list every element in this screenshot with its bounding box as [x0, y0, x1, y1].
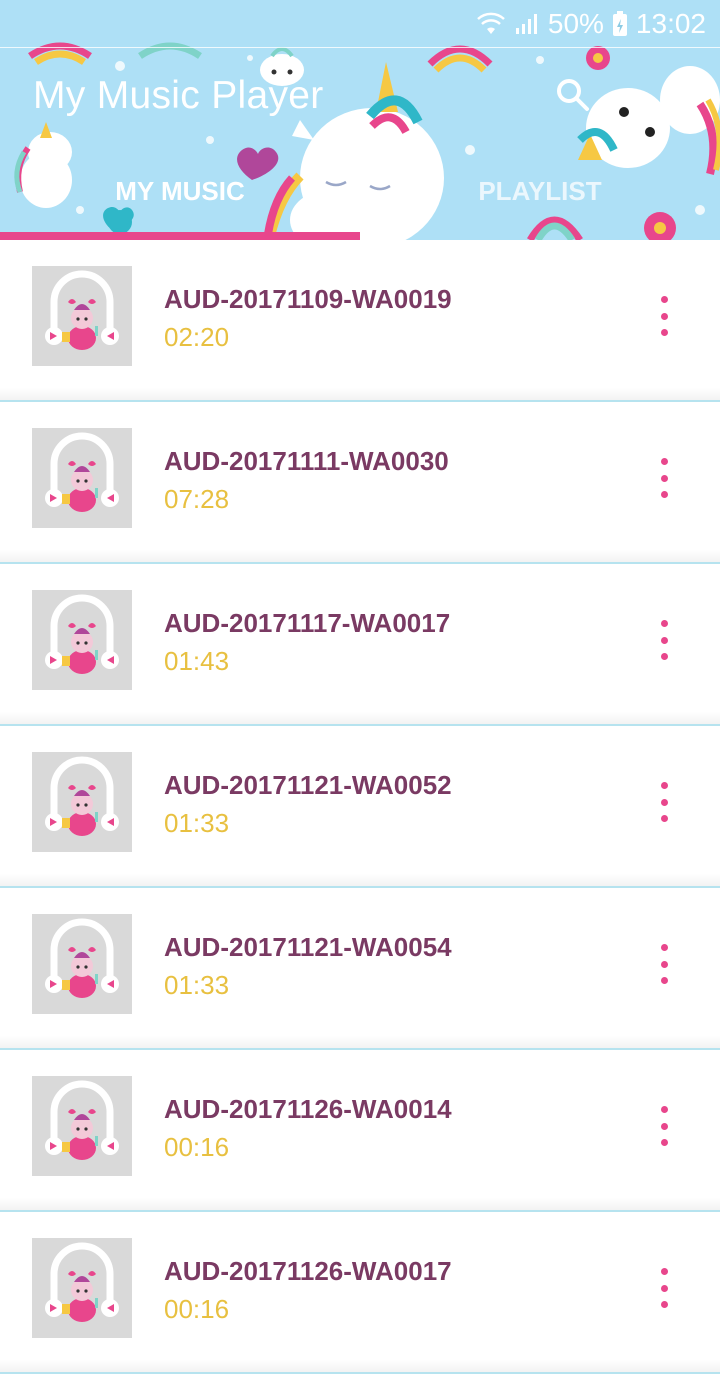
- battery-percent: 50%: [547, 8, 604, 39]
- clock: 13:02: [635, 8, 706, 39]
- song-title: AUD-20171117-WA0017: [164, 608, 451, 638]
- tab-my-music[interactable]: MY MUSIC: [0, 176, 360, 207]
- song-title: AUD-20171111-WA0030: [164, 446, 449, 476]
- album-art-thumbnail: [32, 914, 132, 1014]
- song-duration: 00:16: [164, 1132, 230, 1162]
- tab-playlist[interactable]: PLAYLIST: [360, 176, 720, 207]
- signal-icon: [515, 14, 537, 34]
- song-row[interactable]: AUD-20171111-WA0030 07:28: [0, 402, 720, 564]
- song-list: AUD-20171109-WA0019 02:20 AUD-20171111-W…: [0, 240, 720, 1374]
- album-art-thumbnail: [32, 1076, 132, 1176]
- song-row[interactable]: AUD-20171117-WA0017 01:43: [0, 564, 720, 726]
- album-art-thumbnail: [32, 266, 132, 366]
- song-title: AUD-20171109-WA0019: [164, 284, 452, 314]
- song-row[interactable]: AUD-20171126-WA0017 00:16: [0, 1212, 720, 1374]
- song-duration: 02:20: [164, 322, 230, 352]
- song-title: AUD-20171126-WA0017: [164, 1256, 452, 1286]
- song-row[interactable]: AUD-20171126-WA0014 00:16: [0, 1050, 720, 1212]
- more-options-icon[interactable]: [648, 782, 680, 822]
- wifi-icon: [477, 12, 505, 34]
- song-duration: 01:43: [164, 646, 230, 676]
- unicorn-headphones-icon: [45, 270, 119, 350]
- song-row[interactable]: AUD-20171121-WA0054 01:33: [0, 888, 720, 1050]
- album-art-thumbnail: [32, 428, 132, 528]
- more-options-icon[interactable]: [648, 1106, 680, 1146]
- selected-tab-indicator: [0, 232, 360, 240]
- album-art-thumbnail: [32, 590, 132, 690]
- unicorn-headphones-icon: [45, 594, 119, 674]
- unicorn-headphones-icon: [45, 756, 119, 836]
- unicorn-headphones-icon: [45, 918, 119, 998]
- album-art-thumbnail: [32, 752, 132, 852]
- search-icon[interactable]: [556, 78, 590, 112]
- song-row[interactable]: AUD-20171121-WA0052 01:33: [0, 726, 720, 888]
- album-art-thumbnail: [32, 1238, 132, 1338]
- more-options-icon[interactable]: [648, 458, 680, 498]
- more-options-icon[interactable]: [648, 620, 680, 660]
- unicorn-headphones-icon: [45, 432, 119, 512]
- app-title: My Music Player: [33, 74, 324, 117]
- app-header: 50% 13:02 My Music Player MY MUSIC PLAYL…: [0, 0, 720, 240]
- unicorn-headphones-icon: [45, 1242, 119, 1322]
- more-options-icon[interactable]: [648, 1268, 680, 1308]
- more-options-icon[interactable]: [648, 944, 680, 984]
- battery-charging-icon: [612, 11, 627, 36]
- song-duration: 01:33: [164, 970, 230, 1000]
- song-title: AUD-20171126-WA0014: [164, 1094, 452, 1124]
- song-row[interactable]: AUD-20171109-WA0019 02:20: [0, 240, 720, 402]
- song-duration: 07:28: [164, 484, 230, 514]
- song-title: AUD-20171121-WA0054: [164, 932, 452, 962]
- unicorn-headphones-icon: [45, 1080, 119, 1160]
- status-bar-divider: [0, 47, 720, 48]
- more-options-icon[interactable]: [648, 296, 680, 336]
- song-duration: 00:16: [164, 1294, 230, 1324]
- status-bar: 50% 13:02: [0, 0, 720, 48]
- song-duration: 01:33: [164, 808, 230, 838]
- song-title: AUD-20171121-WA0052: [164, 770, 452, 800]
